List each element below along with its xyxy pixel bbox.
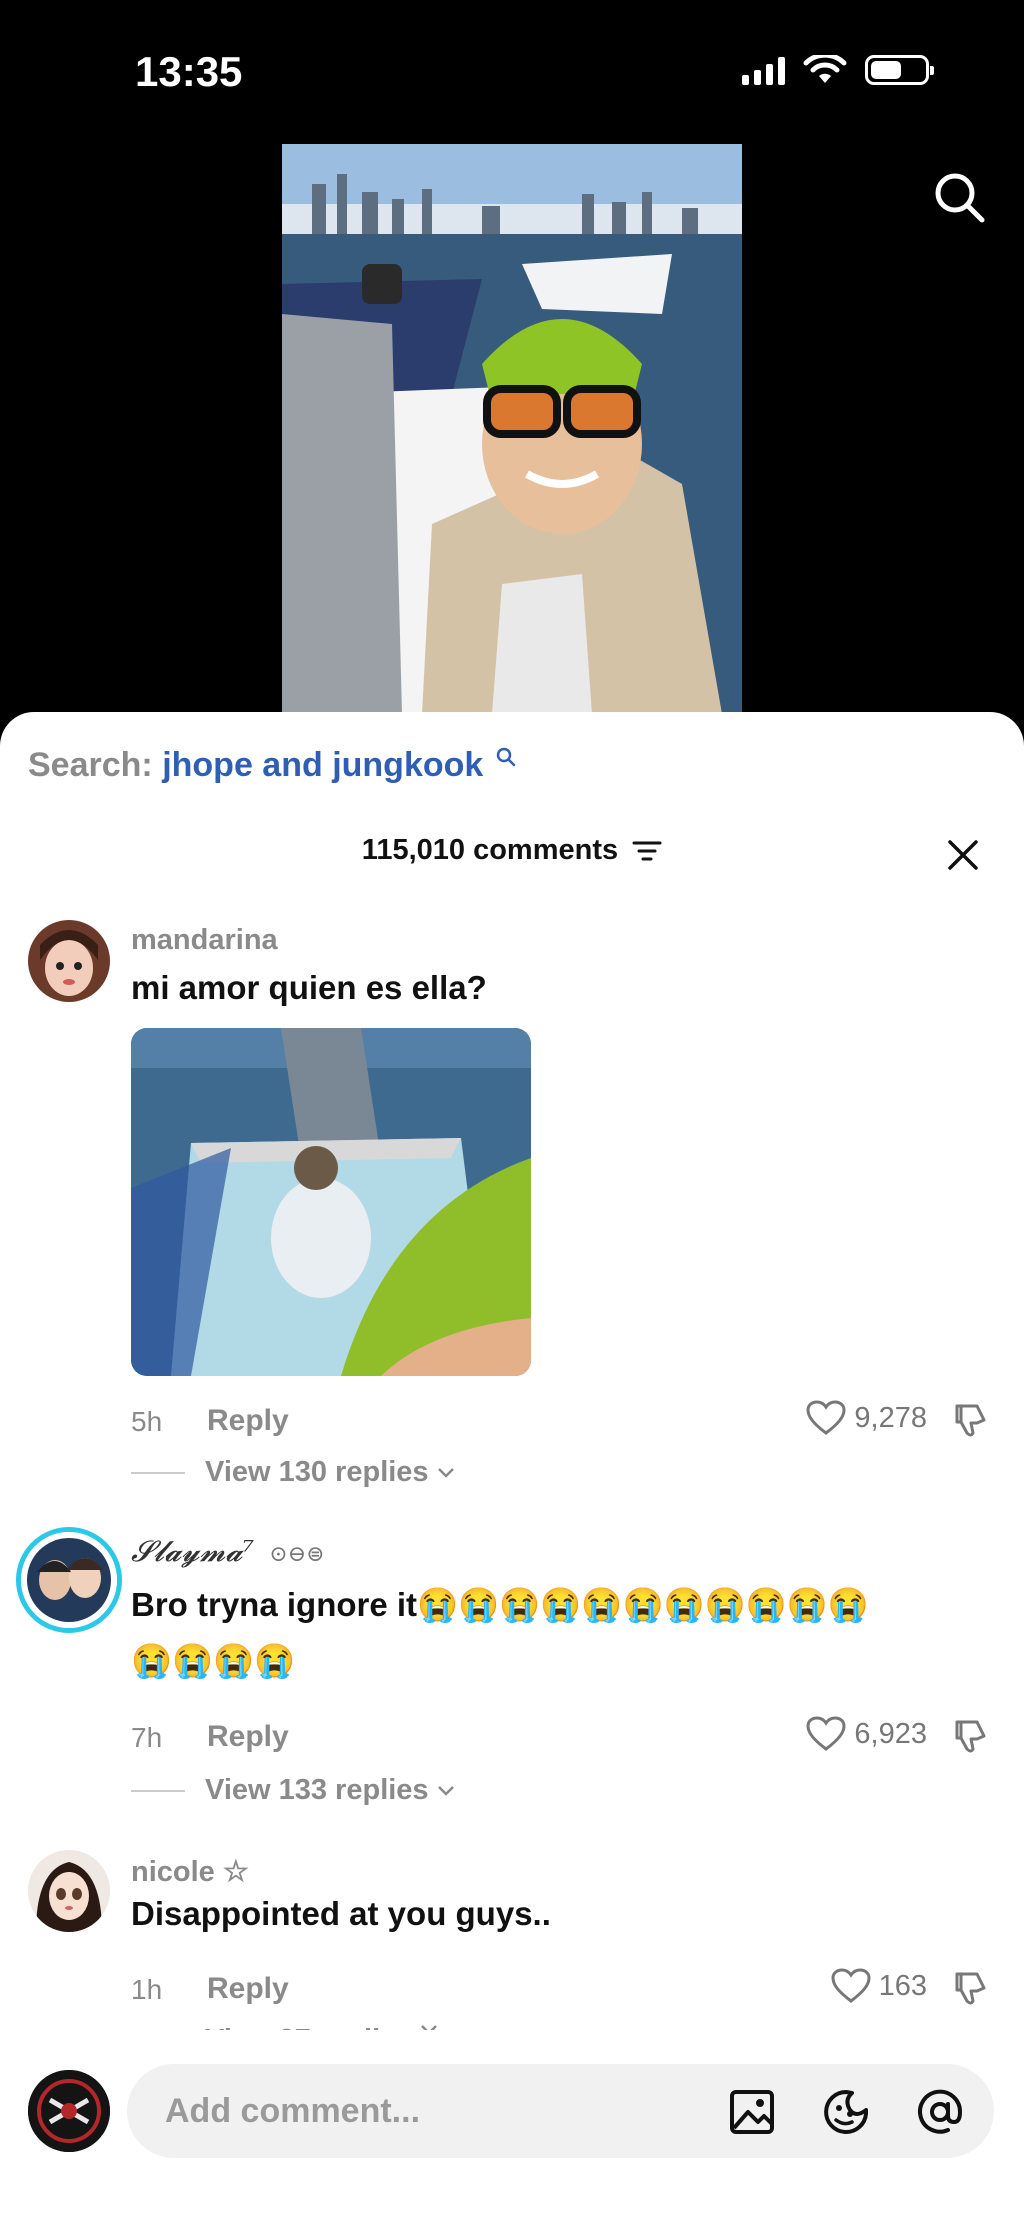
comment-time: 1h <box>131 1974 163 2005</box>
comment-time: 7h <box>131 1722 163 1753</box>
comments-count: 115,010 comments <box>361 834 619 866</box>
comment-time: 5h <box>131 1406 163 1437</box>
avatar[interactable] <box>28 1850 110 1932</box>
sticker-icon[interactable] <box>822 2088 870 2136</box>
heart-icon <box>806 1400 846 1435</box>
wifi-icon <box>803 55 847 83</box>
related-search-query[interactable]: jhope and jungkook <box>162 746 483 784</box>
view-replies[interactable]: View 130 replies <box>131 1456 455 1489</box>
dislike-icon[interactable] <box>951 1968 991 2008</box>
reply-button[interactable]: Reply <box>207 1404 289 1438</box>
status-bar: 13:35 <box>0 0 1024 140</box>
video-frame-image <box>282 144 742 714</box>
related-search[interactable]: Search: jhope and jungkook <box>28 746 517 785</box>
comments-count-header[interactable]: 115,010 comments <box>0 834 1024 867</box>
comment-username-text: 𝓢𝓵𝓪𝔂𝓶𝓪⁷ <box>131 1534 255 1568</box>
search-icon <box>496 747 515 767</box>
chevron-down-icon <box>437 1467 454 1478</box>
avatar[interactable] <box>28 920 110 1002</box>
status-time: 13:35 <box>135 48 243 95</box>
image-icon[interactable] <box>728 2088 776 2136</box>
avatar[interactable] <box>16 1527 122 1633</box>
comment-meta: 7h Reply 6,923 <box>131 1716 991 1756</box>
dislike-icon[interactable] <box>951 1400 991 1440</box>
battery-icon <box>865 55 934 85</box>
my-avatar[interactable] <box>28 2070 110 2152</box>
comment-username[interactable]: 𝓢𝓵𝓪𝔂𝓶𝓪⁷ ⊙⊖⊜ <box>131 1534 325 1569</box>
reply-button[interactable]: Reply <box>207 1720 289 1754</box>
video-thumbnail[interactable] <box>282 144 742 714</box>
username-badges: ⊙⊖⊜ <box>269 1542 325 1567</box>
view-replies-label: View 133 replies <box>205 1774 429 1806</box>
comments-sheet: Search: jhope and jungkook 115,010 comme… <box>0 712 1024 2225</box>
like-count: 6,923 <box>854 1717 927 1750</box>
heart-icon <box>831 1968 871 2003</box>
divider <box>131 1471 185 1474</box>
comment-text-line: 😭😭😭😭 <box>131 1642 296 1679</box>
comment-meta: 1h Reply 163 <box>131 1968 991 2008</box>
comment-text-line: Bro tryna ignore it😭😭😭😭😭😭😭😭😭😭😭 <box>131 1586 870 1623</box>
cellular-signal-icon <box>742 55 785 85</box>
view-replies[interactable]: View 133 replies <box>131 1774 455 1807</box>
comment-text: Bro tryna ignore it😭😭😭😭😭😭😭😭😭😭😭 😭😭😭😭 <box>131 1577 991 1689</box>
comment-meta: 5h Reply 9,278 <box>131 1400 991 1440</box>
like-count: 163 <box>878 1969 927 2002</box>
comment-username[interactable]: nicole ☆ <box>131 1854 249 1889</box>
mention-icon[interactable] <box>916 2088 964 2136</box>
like-button[interactable]: 6,923 <box>806 1716 927 1752</box>
chevron-down-icon <box>437 1785 454 1796</box>
filter-icon[interactable] <box>632 840 662 862</box>
like-button[interactable]: 9,278 <box>806 1400 927 1436</box>
close-icon[interactable] <box>944 836 982 874</box>
comment-text: mi amor quien es ella? <box>131 969 487 1006</box>
status-icons <box>742 55 934 85</box>
comment-composer <box>0 2030 1024 2225</box>
dislike-icon[interactable] <box>951 1716 991 1756</box>
like-button[interactable]: 163 <box>831 1968 927 2004</box>
comment-image[interactable] <box>131 1028 531 1376</box>
like-count: 9,278 <box>854 1401 927 1434</box>
comment-username[interactable]: mandarina <box>131 924 278 957</box>
heart-icon <box>806 1716 846 1751</box>
view-replies-label: View 130 replies <box>205 1456 429 1488</box>
search-icon[interactable] <box>930 168 990 228</box>
reply-button[interactable]: Reply <box>207 1972 289 2006</box>
related-search-label: Search: <box>28 746 153 784</box>
divider <box>131 1789 185 1792</box>
comment-text: Disappointed at you guys.. <box>131 1895 551 1932</box>
